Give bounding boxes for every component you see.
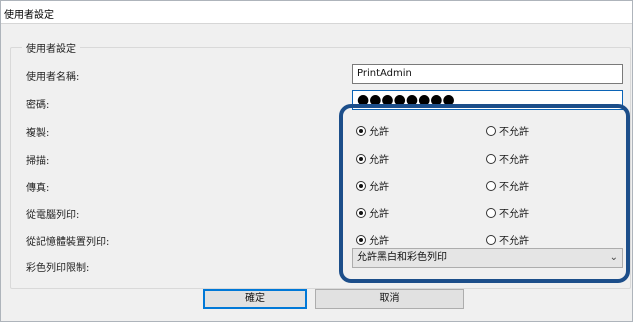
window-title: 使用者設定 — [4, 10, 54, 21]
memory-print-label: 從記憶體裝置列印: — [26, 237, 110, 248]
username-input[interactable]: PrintAdmin — [352, 64, 623, 84]
pc-print-label: 從電腦列印: — [26, 210, 80, 221]
ok-button[interactable]: 確定 — [203, 289, 307, 309]
username-value: PrintAdmin — [357, 68, 412, 79]
color-restriction-label: 彩色列印限制: — [26, 263, 90, 274]
scan-label: 掃描: — [26, 156, 50, 167]
copy-label: 複製: — [26, 128, 50, 139]
fax-label: 傳真: — [26, 183, 50, 194]
title-bar: 使用者設定 — [1, 1, 632, 24]
highlight-callout — [339, 104, 630, 283]
group-legend: 使用者設定 — [22, 40, 80, 55]
username-label: 使用者名稱: — [26, 72, 80, 83]
cancel-button[interactable]: 取消 — [315, 289, 464, 309]
password-label: 密碼: — [26, 100, 50, 111]
